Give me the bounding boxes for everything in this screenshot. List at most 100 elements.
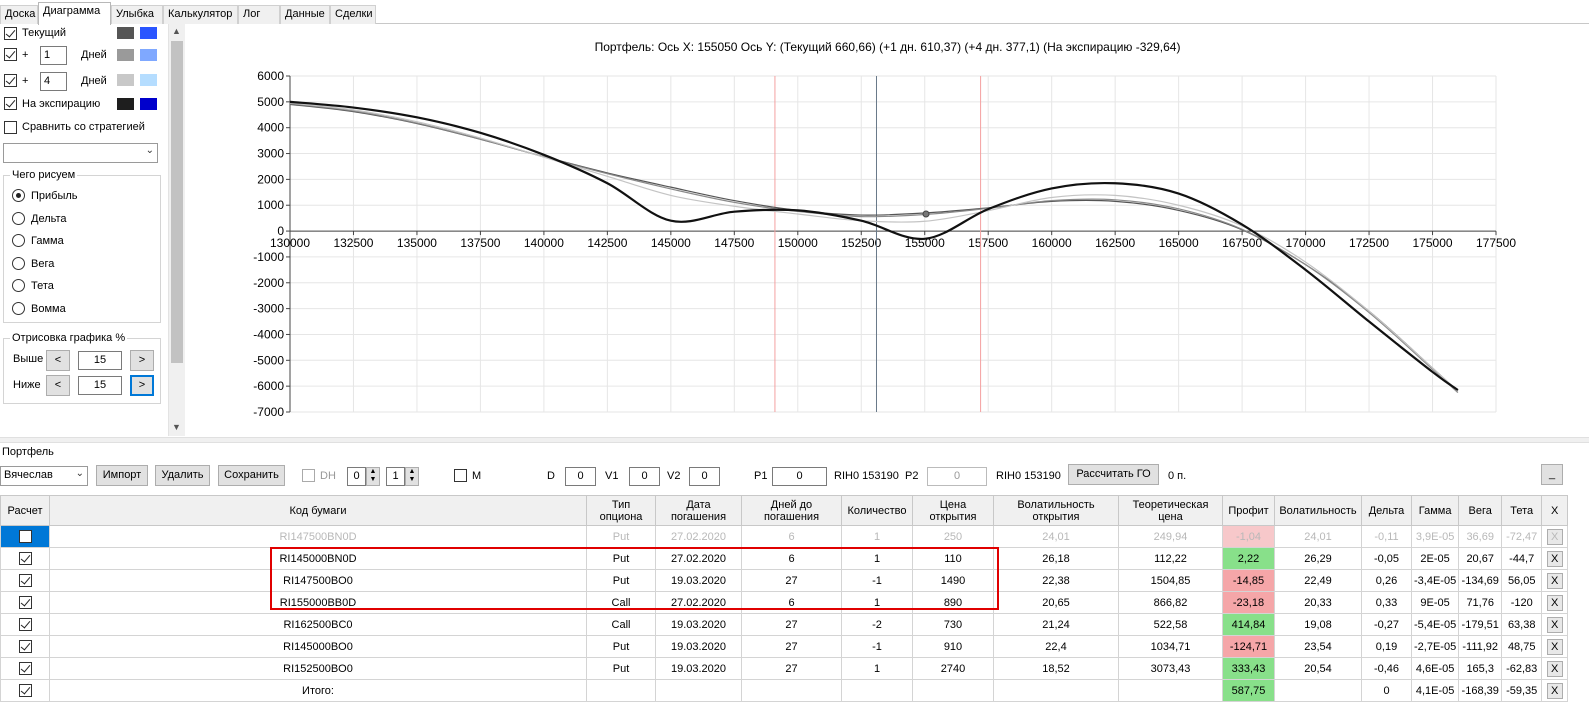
row-calc-checkbox[interactable] [18,530,32,543]
row-calc-checkbox[interactable] [18,574,32,587]
tab-0[interactable]: Доска [0,5,38,24]
plus4-days-input[interactable]: 4 [40,72,67,91]
column-header-4[interactable]: Дней до погашения [741,495,842,526]
row-calc-cell[interactable] [0,525,50,548]
tab-6[interactable]: Сделки [330,5,376,24]
settings-scrollbar[interactable]: ▲ ▼ [168,24,185,436]
column-header-14[interactable]: Тета [1501,495,1543,526]
calc-margin-button[interactable]: Рассчитать ГО [1068,464,1159,485]
expiration-dark-swatch[interactable] [117,98,134,110]
table-row[interactable]: RI147500BO0 Put 19.03.2020 27 -1 1490 22,38 150… [0,569,1569,592]
above-increase-button[interactable]: > [130,350,154,371]
v1-input[interactable]: 0 [629,467,660,486]
row-calc-cell[interactable] [0,547,50,570]
plus4-checkbox[interactable] [4,74,17,87]
remove-row-button[interactable]: X [1546,616,1563,633]
dh-step-spinner[interactable]: ▲ ▼ [405,467,419,486]
cell-x[interactable]: X [1541,525,1569,548]
remove-row-button[interactable]: X [1546,660,1563,677]
row-calc-cell[interactable] [0,635,50,658]
row-calc-checkbox[interactable] [18,552,32,565]
expiration-blue-swatch[interactable] [140,98,157,110]
column-header-11[interactable]: Дельта [1361,495,1412,526]
column-header-10[interactable]: Волатильность [1274,495,1362,526]
radio-1[interactable] [12,211,25,225]
row-calc-checkbox[interactable] [18,640,32,653]
row-calc-cell[interactable] [0,657,50,680]
plus4-gray-swatch[interactable] [117,74,134,86]
dh-spinner[interactable]: ▲ ▼ [366,467,380,486]
remove-row-button[interactable]: X [1546,550,1563,567]
column-header-13[interactable]: Вега [1458,495,1503,526]
dh-checkbox[interactable] [302,469,315,482]
total-calc-cell[interactable] [0,679,50,702]
tab-2[interactable]: Улыбка [111,5,163,24]
cell-x[interactable]: X [1541,635,1569,658]
above-value-input[interactable]: 15 [78,351,122,370]
import-button[interactable]: Импорт [96,465,148,486]
row-calc-cell[interactable] [0,613,50,636]
tab-3[interactable]: Калькулятор [163,5,238,24]
table-row[interactable]: RI162500BC0 Call 19.03.2020 27 -2 730 21,24 522… [0,613,1569,636]
column-header-7[interactable]: Волатильность открытия [993,495,1119,526]
above-decrease-button[interactable]: < [46,350,70,371]
total-calc-checkbox[interactable] [18,684,32,697]
dh-step-input[interactable]: 1 [386,467,405,486]
minimize-button[interactable]: _ [1541,464,1563,485]
column-header-8[interactable]: Теоретическая цена [1118,495,1223,526]
scroll-down-icon[interactable]: ▼ [172,422,181,432]
cell-x[interactable]: X [1541,657,1569,680]
row-calc-checkbox[interactable] [18,596,32,609]
row-calc-checkbox[interactable] [18,618,32,631]
remove-row-button[interactable]: X [1546,594,1563,611]
current-checkbox[interactable] [4,27,17,40]
radio-0[interactable] [12,189,25,202]
cell-x[interactable]: X [1541,569,1569,592]
tab-5[interactable]: Данные [280,5,330,24]
column-header-3[interactable]: Дата погашения [655,495,742,526]
p2-input[interactable]: 0 [927,467,987,486]
current-gray-swatch[interactable] [117,27,134,39]
strategy-select[interactable]: ⌄ [3,143,158,163]
radio-3[interactable] [12,256,25,270]
tab-4[interactable]: Лог [238,5,280,24]
row-calc-cell[interactable] [0,569,50,592]
below-decrease-button[interactable]: < [46,375,70,396]
table-row[interactable]: RI155000BB0D Call 27.02.2020 6 1 890 20,65 866,… [0,591,1569,614]
plus1-blue-swatch[interactable] [140,49,157,61]
delete-button[interactable]: Удалить [155,465,210,486]
cell-x[interactable]: X [1541,613,1569,636]
below-increase-button[interactable]: > [130,375,154,396]
cell-x[interactable]: X [1541,547,1569,570]
compare-strategy-checkbox[interactable] [4,121,17,134]
remove-row-button[interactable]: X [1546,638,1563,655]
remove-row-button[interactable]: X [1546,528,1563,545]
table-row[interactable]: RI152500BO0 Put 19.03.2020 27 1 2740 18,52 3073… [0,657,1569,680]
scrollbar-thumb[interactable] [171,41,183,363]
cell-x[interactable]: X [1541,591,1569,614]
tab-1[interactable]: Диаграмма [38,2,111,25]
below-value-input[interactable]: 15 [78,376,122,395]
plus1-days-input[interactable]: 1 [40,46,67,65]
plus1-gray-swatch[interactable] [117,49,134,61]
row-calc-cell[interactable] [0,591,50,614]
portfolio-owner-select[interactable]: Вячеслав ⌄ [0,466,88,486]
d-input[interactable]: 0 [565,467,596,486]
v2-input[interactable]: 0 [689,467,720,486]
remove-total-button[interactable]: X [1546,682,1563,699]
column-header-15[interactable]: X [1541,495,1569,526]
total-cell-x[interactable]: X [1541,679,1569,702]
column-header-5[interactable]: Количество [841,495,913,526]
column-header-1[interactable]: Код бумаги [49,495,587,526]
plus4-blue-swatch[interactable] [140,74,157,86]
remove-row-button[interactable]: X [1546,572,1563,589]
row-calc-checkbox[interactable] [18,662,32,675]
current-blue-swatch[interactable] [140,27,157,39]
p1-input[interactable]: 0 [772,467,827,486]
column-header-9[interactable]: Профит [1222,495,1275,526]
column-header-0[interactable]: Расчет [0,495,50,526]
dh-value-input[interactable]: 0 [347,467,366,486]
radio-5[interactable] [12,302,25,315]
save-button[interactable]: Сохранить [218,465,285,486]
m-checkbox[interactable] [454,469,467,482]
